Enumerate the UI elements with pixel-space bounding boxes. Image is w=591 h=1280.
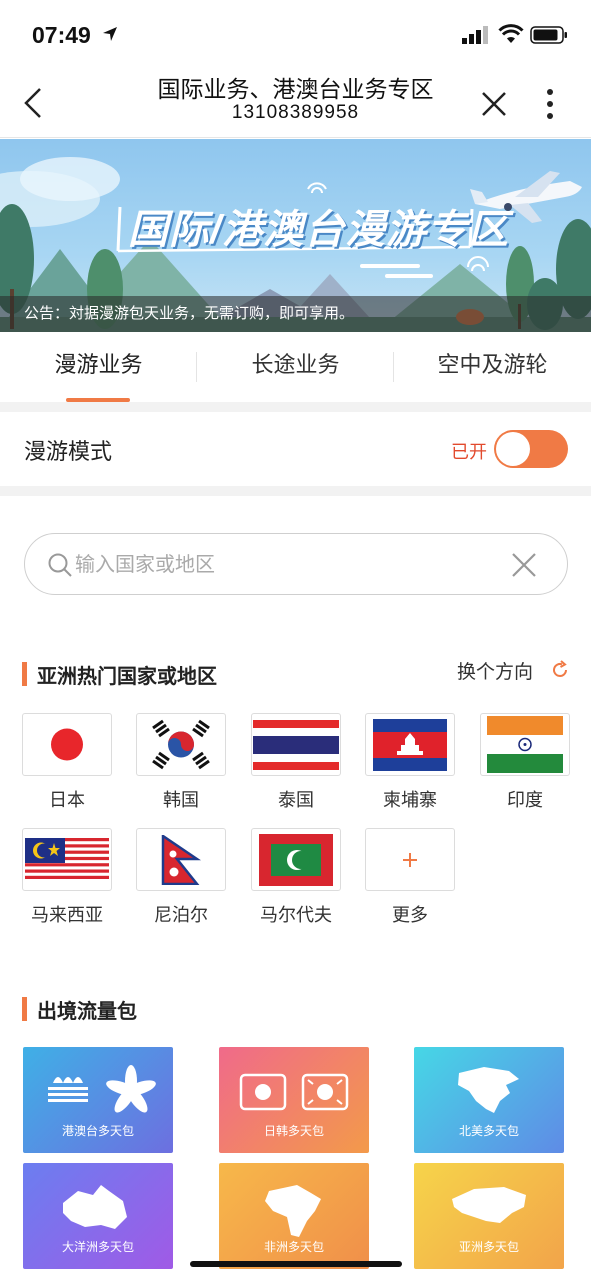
malaysia-flag-icon [25, 837, 109, 882]
switch-direction-button[interactable]: 换个方向 [457, 657, 533, 684]
search-icon [48, 553, 72, 577]
refresh-icon[interactable] [550, 660, 570, 680]
country-name: 马尔代夫 [260, 905, 332, 925]
location-arrow-icon [103, 27, 117, 41]
india-flag-icon [487, 716, 563, 773]
roaming-mode-label: 漫游模式 [24, 439, 113, 464]
nav-bar: 国际业务、港澳台业务专区 13108389958 [0, 66, 591, 138]
flag-frame [480, 713, 570, 776]
pack-label: 大洋洲多天包 [61, 1240, 134, 1254]
back-chevron-icon[interactable] [20, 86, 48, 120]
pack-label: 北美多天包 [458, 1124, 519, 1138]
flag-frame [251, 713, 341, 776]
tab-label: 长途业务 [251, 352, 340, 377]
country-name: 更多 [392, 905, 428, 925]
service-tabs: 漫游业务 长途业务 空中及游轮 [0, 332, 591, 402]
roaming-mode-toggle[interactable] [494, 430, 568, 468]
page-title: 国际业务、港澳台业务专区 [157, 76, 434, 102]
data-packs-header: 出境流量包 [22, 995, 222, 1025]
flag-frame [365, 828, 455, 891]
country-name: 泰国 [278, 790, 314, 810]
status-bar: 07:49 [0, 0, 591, 70]
japan-flag-icon [25, 716, 109, 773]
tab-roaming[interactable]: 漫游业务 [0, 332, 197, 402]
home-indicator [190, 1261, 402, 1267]
thailand-flag-icon [253, 719, 339, 770]
section-marker [22, 997, 27, 1021]
tab-divider [196, 352, 197, 382]
maldives-flag-icon [259, 833, 333, 886]
asia-section-header: 亚洲热门国家或地区 [22, 660, 322, 690]
country-maldives[interactable]: 马尔代夫 [251, 828, 341, 927]
nepal-flag-icon [161, 834, 201, 885]
country-japan[interactable]: 日本 [22, 713, 112, 812]
country-search-input[interactable] [75, 546, 495, 584]
roaming-mode-state: 已开 [451, 442, 487, 462]
pack-label: 亚洲多天包 [458, 1240, 519, 1254]
more-options-icon[interactable] [538, 88, 562, 120]
wifi-icon [498, 24, 524, 43]
pack-oceania[interactable]: 大洋洲多天包 [23, 1163, 173, 1269]
country-india[interactable]: 印度 [480, 713, 570, 812]
country-malaysia[interactable]: 马来西亚 [22, 828, 112, 927]
country-name: 韩国 [163, 790, 199, 810]
pack-asia[interactable]: 亚洲多天包 [414, 1163, 564, 1269]
country-nepal[interactable]: 尼泊尔 [136, 828, 226, 927]
pack-north-america[interactable]: 北美多天包 [414, 1047, 564, 1153]
cellular-signal-icon [462, 26, 488, 44]
section-gap [0, 402, 591, 412]
flag-frame [22, 828, 112, 891]
asia-map-icon [452, 1187, 526, 1223]
country-korea[interactable]: 韩国 [136, 713, 226, 812]
status-time: 07:49 [32, 22, 91, 48]
pack-africa[interactable]: 非洲多天包 [219, 1163, 369, 1269]
pack-japan-korea[interactable]: 日韩多天包 [219, 1047, 369, 1153]
phone-number: 13108389958 [231, 102, 360, 123]
japan-korea-flags-icon [239, 1073, 349, 1111]
section-gap [0, 486, 591, 496]
tab-label: 漫游业务 [54, 352, 143, 377]
announcement-text: 公告：対据漫游包天业务，无需订购，即可享用。 [0, 296, 591, 332]
tab-air-cruise[interactable]: 空中及游轮 [394, 332, 591, 402]
country-name: 马来西亚 [31, 905, 103, 925]
pack-label: 日韩多天包 [263, 1124, 324, 1138]
pack-label: 非洲多天包 [263, 1240, 324, 1254]
asia-section-title: 亚洲热门国家或地区 [37, 666, 217, 688]
country-name: 日本 [49, 790, 85, 810]
roaming-banner[interactable]: 国际/港澳台漫游专区 公告：対据漫游包天业务，无需订购，即可享用。 [0, 139, 591, 332]
country-thailand[interactable]: 泰国 [251, 713, 341, 812]
country-name: 尼泊尔 [154, 905, 208, 925]
hk-macau-emblem-icon [48, 1065, 156, 1113]
north-america-map-icon [458, 1067, 519, 1113]
plus-icon [403, 852, 417, 867]
clear-icon[interactable] [511, 552, 537, 578]
africa-map-icon [265, 1185, 321, 1237]
country-cambodia[interactable]: 柬埔寨 [365, 713, 455, 812]
flag-frame [365, 713, 455, 776]
data-packs-title: 出境流量包 [37, 1001, 137, 1023]
country-name: 柬埔寨 [383, 790, 437, 810]
korea-flag-icon [139, 716, 223, 773]
country-more[interactable]: 更多 [365, 828, 455, 927]
roaming-mode-row: 漫游模式 已开 [0, 412, 591, 486]
flag-frame [136, 828, 226, 891]
search-bar [24, 533, 568, 595]
close-icon[interactable] [480, 90, 508, 118]
tab-label: 空中及游轮 [437, 352, 548, 377]
section-marker [22, 662, 27, 686]
flag-frame [251, 828, 341, 891]
toggle-knob [496, 432, 530, 466]
tab-long-distance[interactable]: 长途业务 [197, 332, 394, 402]
banner-title: 国际/港澳台漫游专区 [128, 208, 510, 252]
country-name: 印度 [507, 790, 543, 810]
pack-hk-macau-taiwan[interactable]: 港澳台多天包 [23, 1047, 173, 1153]
oceania-map-icon [63, 1185, 127, 1229]
battery-icon [530, 26, 567, 44]
flag-frame [22, 713, 112, 776]
cambodia-flag-icon [373, 718, 447, 771]
flag-frame [136, 713, 226, 776]
pack-label: 港澳台多天包 [61, 1124, 134, 1138]
tab-divider [393, 352, 394, 382]
